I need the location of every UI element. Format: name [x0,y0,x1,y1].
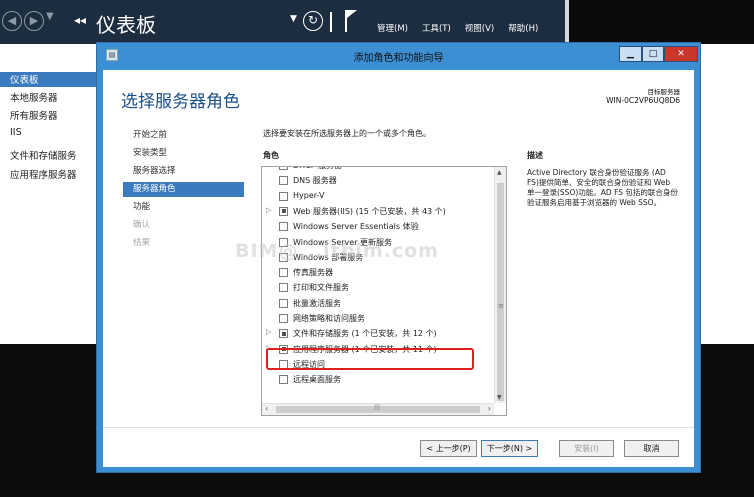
divider [330,12,332,32]
description-header: 描述 [527,151,543,160]
watermark-text: BIM@...itbim.com [235,240,439,262]
role-item[interactable]: Windows Server Essentials 体验 [262,219,494,234]
horizontal-scrollbar[interactable]: ‹ ||| › [262,403,494,415]
annotation-highlight-box [266,348,474,370]
sidebar-item-dashboard[interactable]: 仪表板 [0,72,97,87]
scroll-thumb[interactable] [497,183,504,401]
role-checkbox[interactable] [279,206,288,216]
description-text: Active Directory 联合身份验证服务 (AD FS)提供简单、安全… [527,168,678,207]
next-button[interactable]: 下一步(N) > [481,440,538,457]
role-label: 远程桌面服务 [293,375,341,385]
maximize-button[interactable]: □ [642,46,664,62]
role-checkbox[interactable] [279,298,288,308]
role-label: 网络策略和访问服务 [293,314,365,323]
role-checkbox[interactable] [279,167,288,170]
menu-view[interactable]: 视图(V) [465,22,494,34]
scroll-up-icon[interactable]: ▲ [497,169,502,176]
hscroll-grip-icon: ||| [374,404,381,411]
sidebar-item-file-storage[interactable]: 文件和存储服务 [10,148,77,163]
roles-header: 角色 [263,151,279,160]
role-label: 传真服务器 [293,268,333,278]
add-roles-wizard-window: ▤ 添加角色和功能向导 ▁ □ ✕ 选择服务器角色 目标服务器 WIN-0C2V… [96,42,701,473]
window-edge [565,0,569,44]
role-item[interactable]: 远程桌面服务 [262,372,494,387]
step-installation-type[interactable]: 安装类型 [133,146,167,161]
previous-button[interactable]: < 上一步(P) [420,440,477,457]
role-checkbox[interactable] [279,222,288,232]
server-manager-sidebar: 仪表板 本地服务器 所有服务器 IIS 文件和存储服务 应用程序服务器 [0,44,97,344]
role-label: Hyper-V [293,190,325,200]
step-confirmation: 确认 [133,220,151,230]
role-item[interactable]: DHCP 服务器 [262,167,494,173]
role-checkbox[interactable] [279,191,288,201]
expand-icon[interactable]: ▷ [266,206,271,214]
back-icon[interactable]: ◀ [2,11,22,31]
desktop-background [565,0,754,44]
role-label: Web 服务器(IIS) (15 个已安装，共 43 个) [293,206,446,216]
target-server-label: 目标服务器 [647,88,681,96]
vertical-scrollbar[interactable]: ▲ ≡ ▼ [494,167,506,403]
role-label: DHCP 服务器 [293,167,342,171]
menu-manage[interactable]: 管理(M) [377,22,408,34]
sidebar-item-all-servers[interactable]: 所有服务器 [10,108,58,123]
install-button: 安装(I) [559,440,614,457]
minimize-button[interactable]: ▁ [619,46,642,62]
role-checkbox[interactable] [279,176,288,186]
target-server-name: WIN-0C2VP6UQ8D6 [606,96,680,105]
role-item[interactable]: 批量激活服务 [262,296,494,311]
scroll-right-icon[interactable]: › [488,404,491,413]
history-dropdown-icon[interactable]: ▼ [46,11,54,22]
scroll-down-icon[interactable]: ▼ [497,394,502,401]
step-results: 结果 [133,238,151,248]
scroll-left-icon[interactable]: ‹ [265,404,268,413]
breadcrumb-arrows-icon: ◂◂ [74,13,87,27]
refresh-icon[interactable]: ↻ [303,11,323,31]
role-label: Windows Server Essentials 体验 [293,222,419,232]
role-label: DNS 服务器 [293,176,337,186]
role-label: 批量激活服务 [293,298,341,308]
role-checkbox[interactable] [279,314,288,323]
role-label: 打印和文件服务 [293,283,349,293]
sidebar-item-iis[interactable]: IIS [10,127,22,142]
sidebar-item-local-server[interactable]: 本地服务器 [10,90,58,105]
role-item[interactable]: ▷ Web 服务器(IIS) (15 个已安装，共 43 个) [262,204,494,219]
sidebar-item-app-server[interactable]: 应用程序服务器 [10,167,77,182]
footer-divider [103,427,694,428]
scroll-grip-icon: ≡ [498,302,504,310]
forward-icon[interactable]: ▶ [24,11,44,31]
notification-flag-icon[interactable] [345,10,357,32]
server-manager-content-edge [701,44,754,344]
step-before-you-begin[interactable]: 开始之前 [133,128,167,143]
window-title: 添加角色和功能向导 [353,53,444,64]
step-server-selection[interactable]: 服务器选择 [133,164,176,179]
role-item[interactable]: Hyper-V [262,189,494,204]
wizard-client-area: 选择服务器角色 目标服务器 WIN-0C2VP6UQ8D6 开始之前 安装类型 … [103,70,694,467]
menu-tools[interactable]: 工具(T) [422,22,451,34]
role-item[interactable]: 网络策略和访问服务 [262,311,494,326]
role-checkbox[interactable] [279,375,288,385]
step-features[interactable]: 功能 [133,200,150,215]
wizard-titlebar[interactable]: ▤ 添加角色和功能向导 ▁ □ ✕ [97,43,700,70]
role-item[interactable]: DNS 服务器 [262,173,494,188]
close-button[interactable]: ✕ [664,46,698,62]
chevron-down-icon[interactable]: ▼ [290,14,297,24]
menu-help[interactable]: 帮助(H) [508,22,538,34]
roles-list[interactable]: 远程桌面服务 远程访问 ▷ 应用程序服务器 (1 个已安装，共 11 个) ▷ 文件和存储… [261,166,507,416]
role-item[interactable]: 打印和文件服务 [262,280,494,295]
role-item[interactable]: 传真服务器 [262,265,494,280]
page-title: 仪表板 [96,13,156,37]
cancel-button[interactable]: 取消 [624,440,679,457]
role-checkbox[interactable] [279,329,288,339]
server-manager-header: ◀ ▶ ▼ ◂◂ 仪表板 ▼ ↻ 管理(M) 工具(T) 视图(V) 帮助(H) [0,0,565,44]
menu-bar: 管理(M) 工具(T) 视图(V) 帮助(H) [377,22,538,34]
instruction-text: 选择要安装在所选服务器上的一个或多个角色。 [263,129,431,138]
wizard-page-title: 选择服务器角色 [121,92,240,112]
step-server-roles[interactable]: 服务器角色 [123,182,244,197]
role-label: 文件和存储服务 (1 个已安装，共 12 个) [293,329,437,339]
expand-icon[interactable]: ▷ [266,328,271,336]
role-item[interactable]: ▷ 文件和存储服务 (1 个已安装，共 12 个) [262,326,494,341]
role-checkbox[interactable] [279,268,288,278]
role-checkbox[interactable] [279,283,288,293]
